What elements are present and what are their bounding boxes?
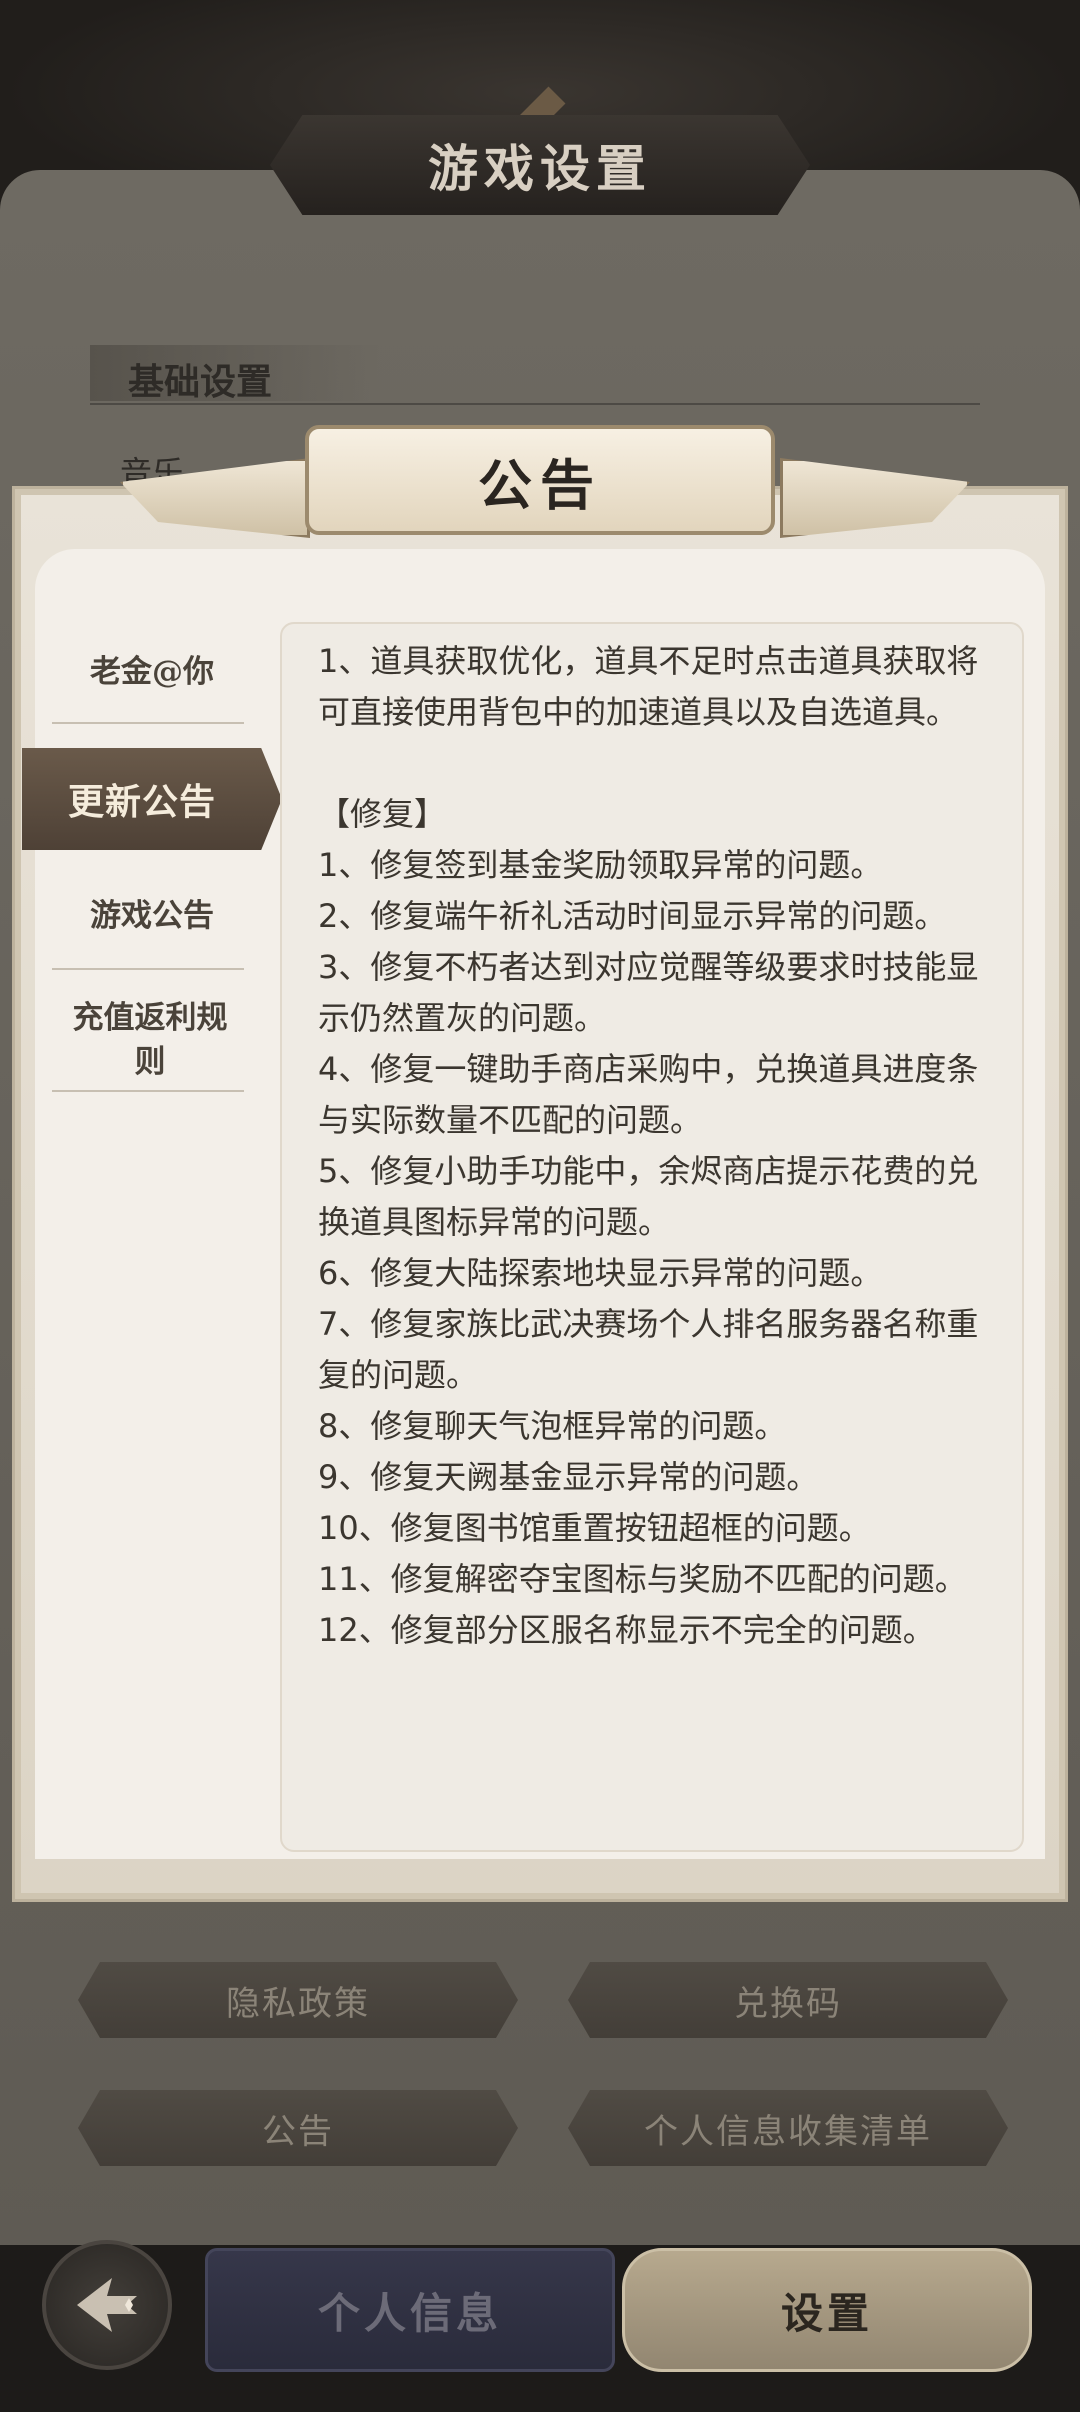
modal-title: 公告 bbox=[478, 452, 602, 517]
content-line: 8、修复聊天气泡框异常的问题。 bbox=[318, 1407, 787, 1445]
content-line: 9、修复天阙基金显示异常的问题。 bbox=[318, 1458, 819, 1496]
content-line: 7、修复家族比武决赛场个人排名服务器名称重复的问题。 bbox=[318, 1305, 979, 1394]
content-line: 4、修复一键助手商店采购中，兑换道具进度条与实际数量不匹配的问题。 bbox=[318, 1050, 979, 1139]
content-line: 1、道具获取优化，道具不足时点击道具获取将可直接使用背包中的加速道具以及自选道具… bbox=[318, 642, 979, 731]
nav-divider bbox=[52, 968, 244, 970]
nav-item-update-notice[interactable]: 更新公告 bbox=[22, 748, 282, 850]
modal-title-banner: 公告 bbox=[305, 425, 775, 535]
content-line: 6、修复大陆探索地块显示异常的问题。 bbox=[318, 1254, 883, 1292]
nav-item-label: 更新公告 bbox=[67, 781, 216, 823]
content-line: 1、修复签到基金奖励领取异常的问题。 bbox=[318, 846, 883, 884]
nav-item-laojin[interactable]: 老金@你 bbox=[52, 650, 252, 694]
content-line: 11、修复解密夺宝图标与奖励不匹配的问题。 bbox=[318, 1560, 967, 1598]
content-line: 3、修复不朽者达到对应觉醒等级要求时技能显示仍然置灰的问题。 bbox=[318, 948, 979, 1037]
announcement-content[interactable]: 1、道具获取优化，道具不足时点击道具获取将可直接使用背包中的加速道具以及自选道具… bbox=[280, 622, 1024, 1852]
content-line: 10、修复图书馆重置按钮超框的问题。 bbox=[318, 1509, 871, 1547]
nav-divider bbox=[52, 722, 244, 724]
content-line: 12、修复部分区服名称显示不完全的问题。 bbox=[318, 1611, 935, 1649]
content-line: 【修复】 bbox=[318, 795, 447, 833]
content-line: 5、修复小助手功能中，余烬商店提示花费的兑换道具图标异常的问题。 bbox=[318, 1152, 979, 1241]
nav-divider bbox=[52, 1090, 244, 1092]
content-line bbox=[318, 738, 992, 789]
nav-item-game-notice[interactable]: 游戏公告 bbox=[52, 894, 252, 938]
nav-item-recharge-rules[interactable]: 充值返利规则 bbox=[60, 996, 240, 1084]
content-line: 2、修复端午祈礼活动时间显示异常的问题。 bbox=[318, 897, 947, 935]
